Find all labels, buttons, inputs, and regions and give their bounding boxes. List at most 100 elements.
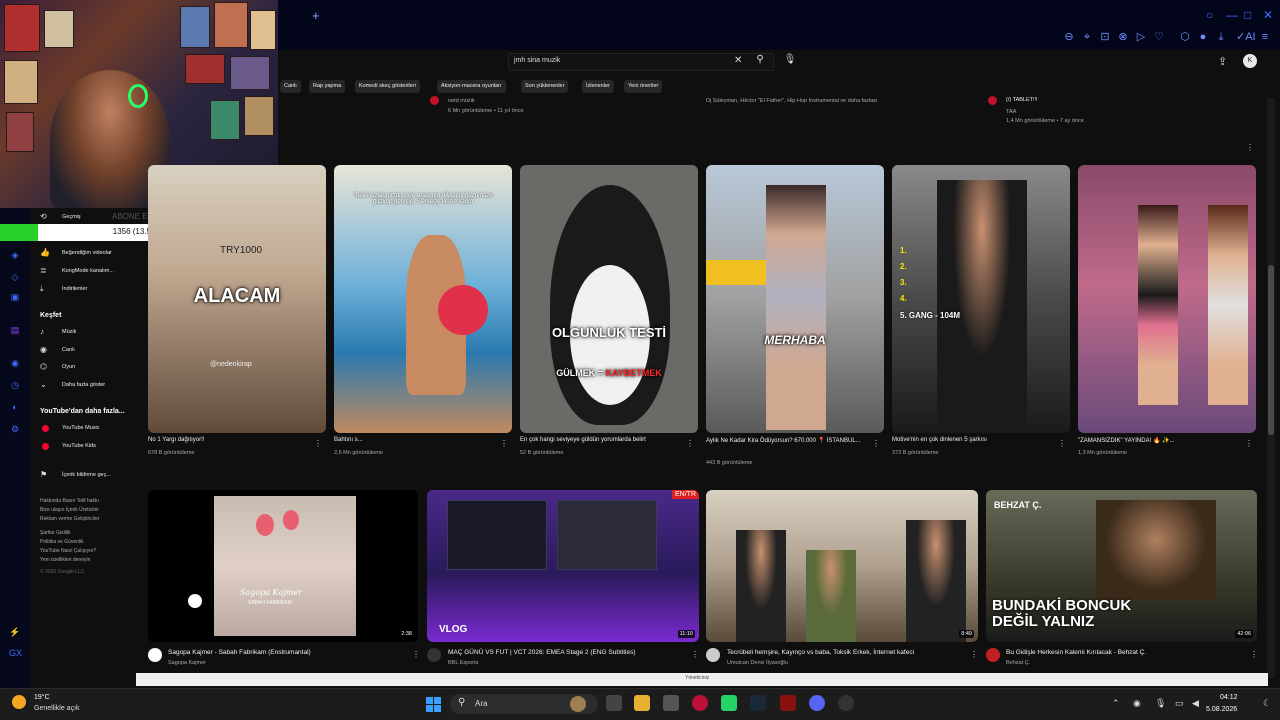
screenshot-icon[interactable]: ⊡ xyxy=(1099,31,1111,43)
more-icon[interactable]: ⋮ xyxy=(1250,650,1258,659)
short-title[interactable]: Aylık Ne Kadar Kira Ödüyorsun? 670.000 📍… xyxy=(706,437,866,446)
sidebar-item-liked[interactable]: Beğendiğim videolar xyxy=(62,250,112,256)
short-title[interactable]: Motive'nin en çok dinlenen 5 şarkısı xyxy=(892,437,987,443)
chip-new[interactable]: Yeni öneriler xyxy=(624,80,663,93)
store-icon[interactable] xyxy=(663,695,679,711)
file-explorer-icon[interactable] xyxy=(634,695,650,711)
channel-avatar[interactable] xyxy=(706,648,720,662)
channel-name[interactable]: Dj Süleyman, Héctor "El Father", Hip Hop… xyxy=(706,98,877,104)
tray-chevron-icon[interactable]: ⌃ xyxy=(1112,698,1120,709)
play-icon[interactable]: ▷ xyxy=(1135,31,1147,43)
footer-links[interactable]: Hakkında Basın Telif hakkı Bize ulaşın İ… xyxy=(40,497,99,577)
search-icon[interactable]: ○ xyxy=(1206,8,1213,22)
tray-app-icon[interactable]: ◉ xyxy=(1133,698,1141,709)
video-thumbnail[interactable]: Sagopa Kajmer SABAH FABRİKAM 2:38 xyxy=(148,490,418,642)
task-view-icon[interactable] xyxy=(606,695,622,711)
short-title[interactable]: "ZAMANSIZDIK" YAYINDA! 🔥 ✨... xyxy=(1078,437,1175,444)
taskbar-search-label[interactable]: Ara xyxy=(475,699,487,708)
channel-avatar[interactable] xyxy=(988,96,997,105)
video-title[interactable]: Tecrübeli hemşire, Kayınço vs baba, Toks… xyxy=(727,649,914,656)
discord-icon[interactable] xyxy=(809,695,825,711)
channel-name[interactable]: Umutcan Deniz İlyasoğlu xyxy=(727,660,788,666)
avatar[interactable]: K xyxy=(1243,54,1257,68)
more-icon[interactable]: ⋮ xyxy=(500,439,508,448)
channel-avatar[interactable] xyxy=(427,648,441,662)
channel-name[interactable]: Sagopa Kajmer xyxy=(168,660,206,666)
search-query[interactable]: jmh sina muzik xyxy=(514,57,560,64)
sidebar-item-yt-music[interactable]: YouTube Music xyxy=(62,425,100,431)
chip-watched[interactable]: İzlenenler xyxy=(582,80,614,93)
mic-icon[interactable]: 🎙 xyxy=(1155,698,1166,709)
upload-icon[interactable]: ⇪ xyxy=(1218,55,1227,68)
sidebar-item-downloads[interactable]: İndirilenler xyxy=(62,286,87,292)
channel-avatar[interactable] xyxy=(430,96,439,105)
twitch-icon[interactable]: ▤ xyxy=(9,325,21,337)
more-icon[interactable]: ⋮ xyxy=(970,650,978,659)
ai-icon[interactable]: ✓AI xyxy=(1236,31,1256,43)
whatsapp-icon[interactable] xyxy=(721,695,737,711)
pin-icon[interactable]: ⌖ xyxy=(1081,31,1093,43)
video-title[interactable]: Sagopa Kajmer - Sabah Fabrikam (Enstruma… xyxy=(168,649,311,656)
steam-icon[interactable] xyxy=(750,695,766,711)
rail-app-icon[interactable]: ◈ xyxy=(9,250,21,262)
shield-icon[interactable]: ⊗ xyxy=(1117,31,1129,43)
short-thumbnail[interactable]: ALACAM @nedenkirap xyxy=(148,165,326,433)
short-title[interactable]: En çok hangi seviyeye güldün yorumlarda … xyxy=(520,437,646,443)
app-icon[interactable] xyxy=(780,695,796,711)
chip-rap[interactable]: Rap yapma xyxy=(309,80,346,93)
zoom-out-icon[interactable]: ⊖ xyxy=(1063,31,1075,43)
short-title[interactable]: Bahtını s... xyxy=(334,437,363,443)
video-title[interactable]: Bu Gidişle Herkesin Kalemi Kırılacak - B… xyxy=(1006,649,1146,656)
windows-start-icon[interactable] xyxy=(426,697,442,713)
menu-icon[interactable]: ≡ xyxy=(1259,31,1271,43)
close-icon[interactable]: ✕ xyxy=(1263,8,1273,22)
channel-name[interactable]: Behzat Ç. xyxy=(1006,660,1030,666)
short-thumbnail[interactable]: "Belki kızlarımızdır diye anasının dikka… xyxy=(334,165,512,433)
rail-app-icon[interactable]: GX xyxy=(9,648,22,660)
video-thumbnail[interactable]: BEHZAT Ç. BUNDAKİ BONCUK DEĞİL YALNIZ 42… xyxy=(986,490,1257,642)
video-thumbnail[interactable]: 8:49 xyxy=(706,490,978,642)
channel-avatar[interactable] xyxy=(986,648,1000,662)
video-title[interactable]: MAÇ GÜNÜ VS FUT | VCT 2026: EMEA Stage 2… xyxy=(448,649,635,656)
weather-icon[interactable] xyxy=(12,695,26,709)
clock-date[interactable]: 5.08.2026 xyxy=(1206,706,1237,713)
chip-action[interactable]: Aksiyon-macera oyunları xyxy=(437,80,506,93)
more-icon[interactable]: ⋮ xyxy=(872,439,880,448)
more-icon[interactable]: ⋮ xyxy=(686,439,694,448)
channel-avatar[interactable] xyxy=(148,648,162,662)
chip-live[interactable]: Canlı xyxy=(280,80,301,93)
rail-app-icon[interactable]: ◉ xyxy=(9,358,21,370)
rail-app-icon[interactable]: ▣ xyxy=(9,292,21,304)
more-icon[interactable]: ⋮ xyxy=(1058,439,1066,448)
more-icon[interactable]: ⋮ xyxy=(314,439,322,448)
sidebar-item-show-more[interactable]: Daha fazla göster xyxy=(62,382,105,388)
sidebar-item-live[interactable]: Canlı xyxy=(62,347,75,353)
short-thumbnail[interactable]: OLGUNLUK TESTİ GÜLMEK = KAYBETMEK xyxy=(520,165,698,433)
video-thumbnail[interactable]: EN/TR VLOG 11:10 xyxy=(427,490,699,642)
more-icon[interactable]: ⋮ xyxy=(412,650,420,659)
settings-icon[interactable]: ⚙ xyxy=(9,424,21,436)
app-icon[interactable] xyxy=(838,695,854,711)
sidebar-item-yt-kids[interactable]: YouTube Kids xyxy=(62,443,96,449)
network-icon[interactable]: ▭ xyxy=(1175,698,1184,709)
sidebar-item-music[interactable]: Müzik xyxy=(62,329,76,335)
download-icon[interactable]: ⤓ xyxy=(1215,31,1227,43)
short-title[interactable]: No 1 Yargı dağıtıyor!! xyxy=(148,437,204,443)
more-icon[interactable]: ⋮ xyxy=(1245,439,1253,448)
channel-name[interactable]: BBL Esports xyxy=(448,660,478,666)
scrollbar-thumb[interactable] xyxy=(1268,265,1274,435)
rail-app-icon[interactable]: ⚡ xyxy=(9,627,21,639)
new-tab-button[interactable]: + xyxy=(312,8,320,23)
short-thumbnail[interactable]: MERHABA xyxy=(706,165,884,433)
minimize-icon[interactable]: — xyxy=(1226,8,1238,22)
sidebar-item-report[interactable]: İçerik bildirme geç... xyxy=(62,472,111,478)
short-thumbnail[interactable]: 1. 2. 3. 4. 5. GANG - 104M xyxy=(892,165,1070,433)
sidebar-item-history[interactable]: Geçmiş xyxy=(62,214,81,220)
channel-name[interactable]: TAA xyxy=(1006,109,1016,115)
clock-icon[interactable]: ◷ xyxy=(9,380,21,392)
rail-app-icon[interactable]: ◇ xyxy=(9,272,21,284)
weather-description[interactable]: Genellikle açık xyxy=(34,705,80,712)
opera-gx-icon[interactable] xyxy=(692,695,708,711)
more-icon[interactable]: ⋮ xyxy=(1246,143,1254,152)
rail-app-icon[interactable]: ◐ xyxy=(9,402,21,414)
